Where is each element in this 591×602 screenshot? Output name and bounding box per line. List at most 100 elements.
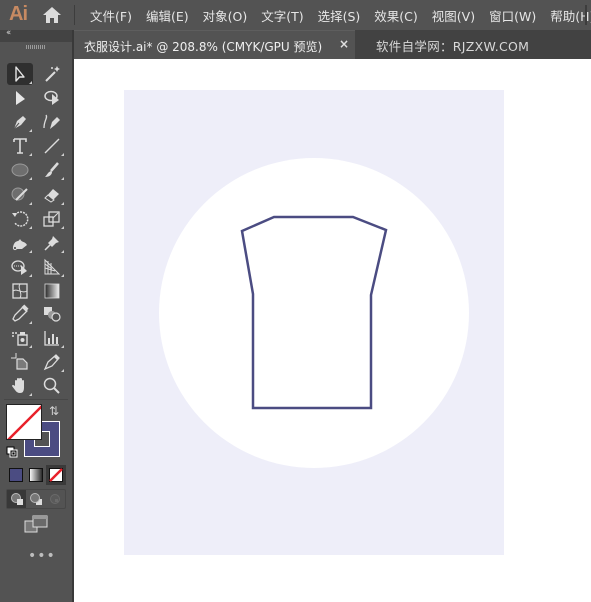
symbol-sprayer-icon [12,332,28,346]
draw-inside-icon [50,494,61,504]
ellipse-tool[interactable] [7,159,33,181]
lasso-icon [44,90,59,105]
mesh-icon [12,283,28,299]
pin-icon [44,236,59,251]
puppet-warp-icon [12,239,27,251]
document-tab-title: 衣服设计.ai* @ 208.8% (CMYK/GPU 预览) [84,40,323,54]
gradient-swatch-icon [29,468,43,482]
document-tab-active[interactable]: 衣服设计.ai* @ 208.8% (CMYK/GPU 预览) × [74,30,355,59]
menu-effect[interactable]: 效果(C) [367,6,424,25]
none-swatch-icon [49,468,63,482]
lasso-tool[interactable] [39,87,65,109]
rotate-tool[interactable] [7,208,33,230]
rotate-icon [12,211,29,227]
color-mode-row [6,465,66,485]
direct-selection-icon [16,91,25,105]
pin-tool[interactable] [39,232,65,254]
none-mode-button[interactable] [46,465,66,485]
menu-items: 文件(F) 编辑(E) 对象(O) 文字(T) 选择(S) 效果(C) 视图(V… [83,0,591,30]
watermark-tab-label: 软件自学网：RJZXW.COM [376,39,530,54]
curvature-icon [43,114,60,129]
close-tab-icon[interactable]: × [339,37,349,51]
menu-help[interactable]: 帮助(H) [543,6,591,25]
line-segment-tool[interactable] [39,135,65,157]
paintbrush-icon [45,162,59,177]
zoom-tool[interactable] [39,375,65,397]
color-mode-button[interactable] [6,465,26,485]
draw-behind-icon [29,493,42,505]
gradient-mode-button[interactable] [26,465,46,485]
document-tab-bar: 衣服设计.ai* @ 208.8% (CMYK/GPU 预览) × 软件自学网：… [74,30,591,59]
draw-normal-icon [10,493,23,505]
artwork [124,90,504,555]
artboard-tool[interactable] [7,351,33,373]
edit-toolbar-more-icon[interactable]: ••• [28,548,56,564]
pen-icon [13,116,26,130]
draw-mode-row [6,489,66,509]
default-fill-stroke-icon[interactable] [6,446,18,458]
eraser-tool[interactable] [39,184,65,206]
pen-tool[interactable] [7,111,33,133]
menu-edit[interactable]: 编辑(E) [139,6,196,25]
mesh-tool[interactable] [7,280,33,302]
column-graph-tool[interactable] [39,327,65,349]
app-logo: Ai [9,3,28,25]
menu-select[interactable]: 选择(S) [311,6,368,25]
hand-icon [12,378,24,393]
none-slash-icon [7,405,41,439]
menu-view[interactable]: 视图(V) [425,6,482,25]
artboard-icon [11,353,28,370]
hand-tool[interactable] [7,375,33,397]
line-icon [44,138,60,154]
scale-tool[interactable] [39,208,65,230]
perspective-grid-tool[interactable] [39,256,65,278]
eyedropper-tool[interactable] [7,303,33,325]
selection-arrow-icon [15,66,25,82]
fill-swatch[interactable] [6,404,42,440]
blend-tool[interactable] [39,303,65,325]
menu-object[interactable]: 对象(O) [196,6,255,25]
swap-fill-stroke-icon[interactable]: ⇅ [49,404,59,418]
paintbrush-tool[interactable] [39,159,65,181]
shape-builder-icon [11,260,27,275]
symbol-sprayer-tool[interactable] [7,327,33,349]
screen-mode-icon[interactable] [24,515,48,533]
shape-builder-tool[interactable] [7,256,33,278]
menu-divider [74,5,75,25]
blend-icon [44,307,61,322]
draw-inside-button[interactable] [46,490,65,508]
scale-icon [43,211,60,227]
direct-selection-tool[interactable] [7,87,33,109]
slice-tool[interactable] [39,351,65,373]
eraser-icon [44,189,59,203]
draw-behind-button[interactable] [26,490,45,508]
collapse-panel-icon[interactable]: ‹‹ [6,28,11,38]
tools-panel-header: ‹‹ [0,28,72,42]
panel-grip-handle[interactable] [26,45,46,49]
gradient-tool[interactable] [39,280,65,302]
menu-end-divider [585,5,587,25]
ellipse-icon [11,163,29,177]
type-icon [13,138,27,154]
curvature-tool[interactable] [39,111,65,133]
selection-tool[interactable] [7,63,33,85]
menu-file[interactable]: 文件(F) [83,6,139,25]
menu-window[interactable]: 窗口(W) [482,6,543,25]
magic-wand-tool[interactable] [39,63,65,85]
draw-normal-button[interactable] [7,490,27,508]
color-swatch-icon [9,468,23,482]
home-icon[interactable] [42,6,62,24]
zoom-icon [43,377,60,394]
tools-divider [4,399,68,400]
menu-bar: Ai 文件(F) 编辑(E) 对象(O) 文字(T) 选择(S) 效果(C) 视… [0,0,591,30]
shaper-tool[interactable] [7,184,33,206]
magic-wand-icon [45,66,60,82]
canvas-area[interactable] [74,59,591,602]
shaper-icon [11,187,28,201]
shirt-outline-path[interactable] [240,215,388,410]
menu-type[interactable]: 文字(T) [254,6,310,25]
slice-icon [43,354,60,371]
puppet-warp-tool[interactable] [7,232,33,254]
type-tool[interactable] [7,135,33,157]
perspective-grid-icon [44,258,61,275]
